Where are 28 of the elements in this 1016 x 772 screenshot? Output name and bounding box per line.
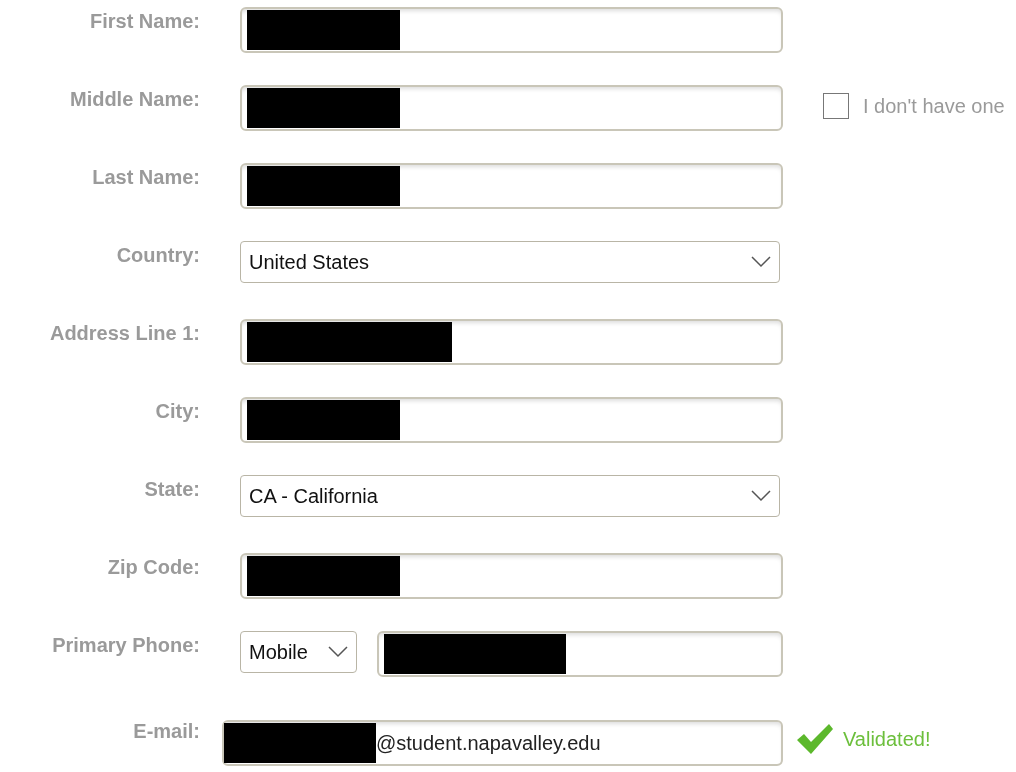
text-field[interactable] xyxy=(240,163,783,209)
field-label: Address Line 1: xyxy=(49,322,200,345)
dropdown[interactable]: CA - California xyxy=(240,475,780,517)
checkbox-label: I don't have one xyxy=(863,94,1005,118)
dropdown[interactable]: United States xyxy=(240,241,780,283)
field-label: E-mail: xyxy=(133,720,200,743)
text-field[interactable] xyxy=(240,319,783,365)
text-field[interactable] xyxy=(377,631,783,677)
field-label: First Name: xyxy=(89,10,200,33)
text-field[interactable] xyxy=(240,85,783,131)
text-field[interactable] xyxy=(240,397,783,443)
validation-message: Validated! xyxy=(843,727,931,751)
text-field[interactable] xyxy=(240,553,783,599)
email-field[interactable]: @student.napavalley.edu xyxy=(222,720,783,766)
checkmark-icon xyxy=(795,722,835,756)
text-field[interactable] xyxy=(240,7,783,53)
field-label: Middle Name: xyxy=(69,88,200,111)
field-label: City: xyxy=(155,400,200,423)
field-label: Last Name: xyxy=(92,166,200,189)
checkbox[interactable] xyxy=(823,93,849,119)
dropdown[interactable]: Mobile xyxy=(240,631,357,673)
field-label: State: xyxy=(144,478,200,501)
chevron-down-icon xyxy=(328,646,348,658)
chevron-down-icon xyxy=(751,490,771,502)
field-label: Zip Code: xyxy=(107,556,200,579)
chevron-down-icon xyxy=(751,256,771,268)
field-label: Primary Phone: xyxy=(52,634,200,657)
field-label: Country: xyxy=(116,244,200,267)
